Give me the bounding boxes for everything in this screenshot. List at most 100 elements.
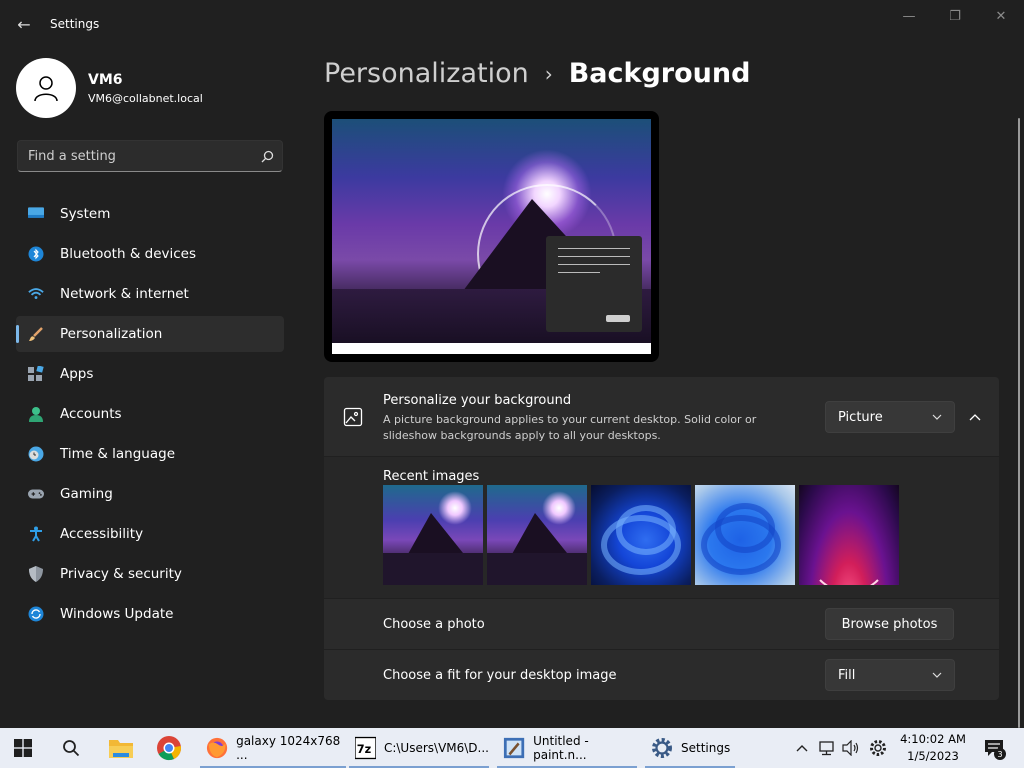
search-icon (63, 740, 80, 757)
sidebar-item-accounts[interactable]: Accounts (16, 396, 284, 432)
app-title: Settings (50, 17, 100, 31)
recent-image-flow[interactable] (799, 485, 899, 585)
sidebar-item-accessibility[interactable]: Accessibility (16, 516, 284, 552)
bluetooth-icon (28, 246, 44, 262)
chevron-up-icon (969, 413, 981, 420)
firefox-icon (206, 737, 228, 759)
folder-icon (109, 740, 133, 758)
notification-count-badge: 3 (994, 748, 1006, 760)
taskbar-app-firefox[interactable]: galaxy 1024x768 ... (200, 728, 346, 768)
sidebar-item-system[interactable]: System (16, 196, 284, 232)
recent-image-galaxy-1[interactable] (383, 485, 483, 585)
search-icon[interactable] (252, 150, 282, 163)
sidebar-item-label: Personalization (60, 326, 163, 342)
taskbar-app-paint[interactable]: Untitled - paint.n... (497, 728, 637, 768)
taskbar-app-label: galaxy 1024x768 ... (236, 734, 341, 762)
page-title: Background (568, 58, 751, 89)
picture-icon (343, 407, 363, 427)
sidebar-item-personalization[interactable]: Personalization (16, 316, 284, 352)
windows-logo-icon (14, 739, 32, 757)
sidebar-item-bluetooth[interactable]: Bluetooth & devices (16, 236, 284, 272)
sidebar-item-privacy[interactable]: Privacy & security (16, 556, 284, 592)
search-input[interactable] (28, 148, 248, 164)
brush-icon (28, 326, 44, 342)
choose-fit-label: Choose a fit for your desktop image (383, 668, 617, 683)
breadcrumb-separator-icon: › (544, 61, 553, 86)
settings-tray-icon[interactable] (868, 738, 888, 758)
background-type-dropdown[interactable]: Picture (825, 401, 955, 433)
start-button[interactable] (14, 728, 32, 768)
sidebar-item-label: System (60, 206, 111, 222)
breadcrumb-parent[interactable]: Personalization (324, 58, 529, 89)
taskbar: galaxy 1024x768 ... 7z C:\Users\VM6\D...… (0, 728, 1024, 768)
tray-overflow-icon[interactable] (792, 738, 812, 758)
user-profile[interactable]: VM6 VM6@collabnet.local (16, 58, 203, 118)
taskbar-app-7zip[interactable]: 7z C:\Users\VM6\D... (349, 728, 489, 768)
taskbar-app-label: Settings (681, 741, 731, 755)
sidebar-item-time-language[interactable]: Time & language (16, 436, 284, 472)
desktop-preview (324, 111, 659, 362)
sidebar-item-label: Bluetooth & devices (60, 246, 197, 262)
sidebar-item-label: Network & internet (60, 286, 189, 302)
apps-icon (28, 366, 44, 382)
back-button[interactable]: ← (12, 12, 36, 36)
dropdown-value: Fill (838, 667, 856, 683)
browse-photos-button[interactable]: Browse photos (825, 608, 954, 640)
recent-image-galaxy-2[interactable] (487, 485, 587, 585)
avatar (16, 58, 76, 118)
file-explorer-button[interactable] (108, 728, 134, 768)
sidebar-item-gaming[interactable]: Gaming (16, 476, 284, 512)
dropdown-value: Picture (838, 409, 883, 425)
search-box (17, 140, 283, 172)
recent-image-bloom-dark[interactable] (591, 485, 691, 585)
search-taskbar-button[interactable] (62, 728, 80, 768)
fit-dropdown[interactable]: Fill (825, 659, 955, 691)
sidebar-item-label: Accessibility (60, 526, 144, 542)
maximize-icon: ❐ (949, 8, 961, 24)
chrome-button[interactable] (156, 728, 182, 768)
taskbar-app-label: C:\Users\VM6\D... (383, 741, 489, 755)
chrome-icon (157, 736, 181, 761)
maximize-button[interactable]: ❐ (932, 4, 978, 28)
nav-list: System Bluetooth & devices Network & int… (16, 196, 284, 636)
taskbar-app-label: Untitled - paint.n... (533, 734, 589, 762)
user-email: VM6@collabnet.local (88, 91, 203, 105)
monitor-icon (28, 206, 44, 222)
7zip-icon: 7z (355, 736, 376, 760)
clock-globe-icon (28, 446, 44, 462)
accessibility-icon (28, 526, 44, 542)
preview-taskbar (332, 343, 651, 354)
sidebar-item-windows-update[interactable]: Windows Update (16, 596, 284, 632)
chevron-down-icon (932, 414, 942, 420)
wifi-icon (28, 286, 44, 302)
personalize-title: Personalize your background (383, 393, 572, 408)
choose-photo-row: Choose a photo Browse photos (324, 599, 999, 649)
preview-window (546, 236, 642, 332)
volume-icon[interactable] (841, 738, 861, 758)
scrollbar[interactable] (1018, 118, 1020, 728)
user-name: VM6 (88, 71, 123, 88)
sidebar-item-network[interactable]: Network & internet (16, 276, 284, 312)
preview-wallpaper (332, 119, 651, 354)
taskbar-clock[interactable]: 4:10:02 AM 1/5/2023 (900, 731, 966, 765)
recent-images-list (383, 485, 903, 585)
recent-images-label: Recent images (383, 469, 480, 484)
sidebar-item-label: Windows Update (60, 606, 174, 622)
recent-image-bloom-light[interactable] (695, 485, 795, 585)
personalize-description: A picture background applies to your cur… (383, 413, 757, 442)
network-tray-icon[interactable] (817, 738, 837, 758)
title-bar: ← Settings — ❐ ✕ (0, 0, 1024, 48)
taskbar-app-settings[interactable]: Settings (645, 728, 735, 768)
settings-gear-icon (652, 738, 672, 758)
collapse-button[interactable] (962, 405, 988, 429)
close-button[interactable]: ✕ (978, 4, 1024, 28)
minimize-button[interactable]: — (886, 4, 932, 28)
choose-fit-row: Choose a fit for your desktop image Fill (324, 650, 999, 700)
person-icon (28, 406, 44, 422)
breadcrumb: Personalization › Background (324, 58, 750, 89)
person-icon (34, 76, 58, 102)
notification-center-button[interactable]: 3 (982, 738, 1006, 760)
personalize-background-card: Personalize your background A picture ba… (324, 377, 999, 456)
clock-time: 4:10:02 AM (900, 732, 966, 746)
sidebar-item-apps[interactable]: Apps (16, 356, 284, 392)
